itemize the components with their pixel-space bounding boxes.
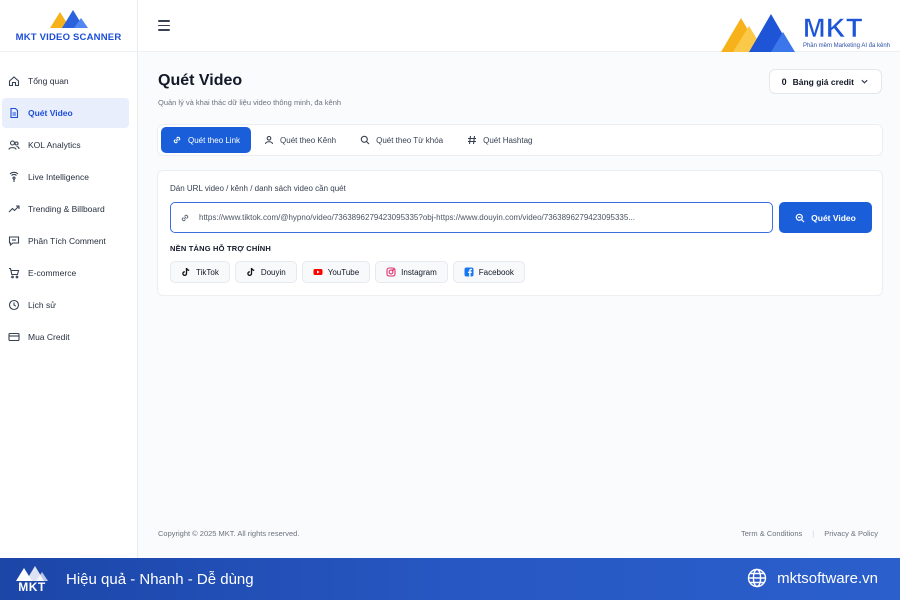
platform-label: Instagram [401, 267, 437, 277]
credit-card-icon [8, 332, 20, 342]
platform-list: TikTok Douyin YouTube Instagram Facebook [170, 261, 530, 283]
footer-copyright: Copyright © 2025 MKT. All rights reserve… [158, 529, 300, 538]
brand[interactable]: MKT VIDEO SCANNER [0, 0, 137, 52]
sidebar-item-label: Tổng quan [28, 76, 69, 86]
platform-label: Douyin [260, 267, 286, 277]
scan-video-button[interactable]: Quét Video [779, 202, 872, 233]
sidebar-item-label: KOL Analytics [28, 140, 81, 150]
banner-website-text: mktsoftware.vn [777, 569, 878, 587]
sidebar-nav: Tổng quan Quét Video KOL Analytics Live … [0, 52, 137, 352]
tab-scan-by-channel[interactable]: Quét theo Kênh [253, 127, 347, 153]
sidebar-item-label: Trending & Billboard [28, 204, 105, 214]
mkt-logo-title: MKT [802, 12, 863, 43]
zoom-scan-icon [795, 213, 805, 222]
sidebar-item-ecommerce[interactable]: E-commerce [2, 258, 129, 288]
terms-link[interactable]: Term & Conditions [741, 529, 802, 538]
chevron-down-icon [861, 79, 868, 84]
tab-scan-by-keyword[interactable]: Quét theo Từ khóa [349, 127, 454, 153]
sidebar-item-label: Live Intelligence [28, 172, 89, 182]
brand-name: MKT VIDEO SCANNER [15, 32, 122, 43]
document-icon [10, 107, 19, 119]
url-field[interactable] [170, 202, 773, 233]
page-title: Quét Video [158, 72, 243, 89]
platform-chip-youtube[interactable]: YouTube [301, 261, 371, 283]
tab-label: Quét theo Link [188, 135, 241, 145]
sidebar-item-comment-analysis[interactable]: Phân Tích Comment [2, 226, 129, 256]
platform-chip-douyin[interactable]: Douyin [234, 261, 297, 283]
broadcast-icon [9, 171, 19, 182]
history-icon [8, 299, 20, 311]
facebook-icon [464, 267, 474, 277]
scan-video-button-label: Quét Video [811, 212, 856, 223]
platform-label: YouTube [327, 267, 360, 277]
sidebar-item-kol-analytics[interactable]: KOL Analytics [2, 130, 129, 160]
instagram-icon [386, 267, 396, 277]
footer-separator: | [812, 529, 815, 538]
comment-icon [8, 236, 20, 247]
platform-chip-facebook[interactable]: Facebook [452, 261, 525, 283]
tab-label: Quét theo Kênh [280, 135, 337, 145]
menu-toggle-icon[interactable] [158, 20, 170, 32]
douyin-icon [247, 267, 255, 277]
sidebar-item-label: E-commerce [28, 268, 77, 278]
platform-label: Facebook [478, 267, 514, 277]
tab-scan-by-link[interactable]: Quét theo Link [161, 127, 252, 153]
sidebar-item-label: Phân Tích Comment [28, 236, 106, 246]
platform-label: TikTok [196, 267, 219, 277]
globe-icon [747, 568, 767, 588]
sidebar: MKT VIDEO SCANNER Tổng quan Quét Video K… [0, 0, 138, 558]
platform-chip-tiktok[interactable]: TikTok [170, 261, 230, 283]
sidebar-item-buy-credit[interactable]: Mua Credit [2, 322, 129, 352]
sidebar-item-overview[interactable]: Tổng quan [2, 66, 129, 96]
sidebar-item-trending[interactable]: Trending & Billboard [2, 194, 129, 224]
tab-scan-hashtag[interactable]: Quét Hashtag [456, 127, 543, 153]
main-content: Quét Video Quản lý và khai thác dữ liệu … [138, 52, 900, 558]
banner-website[interactable]: mktsoftware.vn [747, 568, 878, 588]
page-subtitle: Quản lý và khai thác dữ liệu video thông… [158, 98, 342, 107]
credit-count: 0 [781, 76, 787, 87]
link-icon [173, 136, 181, 144]
hash-icon [468, 135, 477, 145]
banner-logo: MKT [14, 565, 50, 593]
user-icon [264, 135, 274, 145]
brand-logo-icon [49, 10, 88, 28]
home-icon [8, 76, 20, 87]
sidebar-item-scan-video[interactable]: Quét Video [2, 98, 129, 128]
banner-logo-text: MKT [18, 580, 46, 594]
link-icon [181, 214, 189, 221]
youtube-icon [313, 269, 323, 275]
mkt-logo: MKT Phần mềm Marketing AI đa kênh [719, 8, 890, 54]
sidebar-item-live-intelligence[interactable]: Live Intelligence [2, 162, 129, 192]
url-input[interactable] [199, 213, 759, 222]
credit-pricing-dropdown[interactable]: 0 Bảng giá credit [768, 69, 882, 94]
platform-chip-instagram[interactable]: Instagram [375, 261, 448, 283]
tiktok-icon [182, 267, 190, 277]
sidebar-item-label: Lịch sử [28, 300, 56, 310]
credit-pricing-label: Bảng giá credit [792, 76, 854, 87]
trending-icon [8, 205, 20, 213]
sidebar-item-history[interactable]: Lịch sử [2, 290, 129, 320]
sidebar-item-label: Quét Video [28, 108, 73, 118]
tab-label: Quét theo Từ khóa [376, 135, 444, 145]
sidebar-item-label: Mua Credit [28, 332, 70, 342]
users-icon [8, 140, 20, 150]
platforms-title: NỀN TẢNG HỖ TRỢ CHÍNH [170, 244, 272, 253]
banner-slogan: Hiệu quả - Nhanh - Dễ dùng [66, 570, 254, 588]
privacy-link[interactable]: Privacy & Policy [824, 529, 878, 538]
search-icon [360, 135, 370, 145]
tab-label: Quét Hashtag [483, 135, 533, 145]
url-field-label: Dán URL video / kênh / danh sách video c… [170, 184, 346, 193]
mkt-logo-mark-icon [720, 14, 795, 52]
promo-banner: MKT Hiệu quả - Nhanh - Dễ dùng mktsoftwa… [0, 558, 900, 600]
scan-mode-tabs: Quét theo Link Quét theo Kênh Quét theo … [157, 124, 883, 156]
scan-card: Dán URL video / kênh / danh sách video c… [157, 170, 883, 296]
cart-icon [9, 267, 20, 279]
mkt-logo-subtitle: Phần mềm Marketing AI đa kênh [802, 42, 890, 49]
footer-links: Term & Conditions | Privacy & Policy [741, 529, 878, 538]
topbar: MKT Phần mềm Marketing AI đa kênh [138, 0, 900, 52]
banner-logo-mark-icon [16, 566, 48, 581]
